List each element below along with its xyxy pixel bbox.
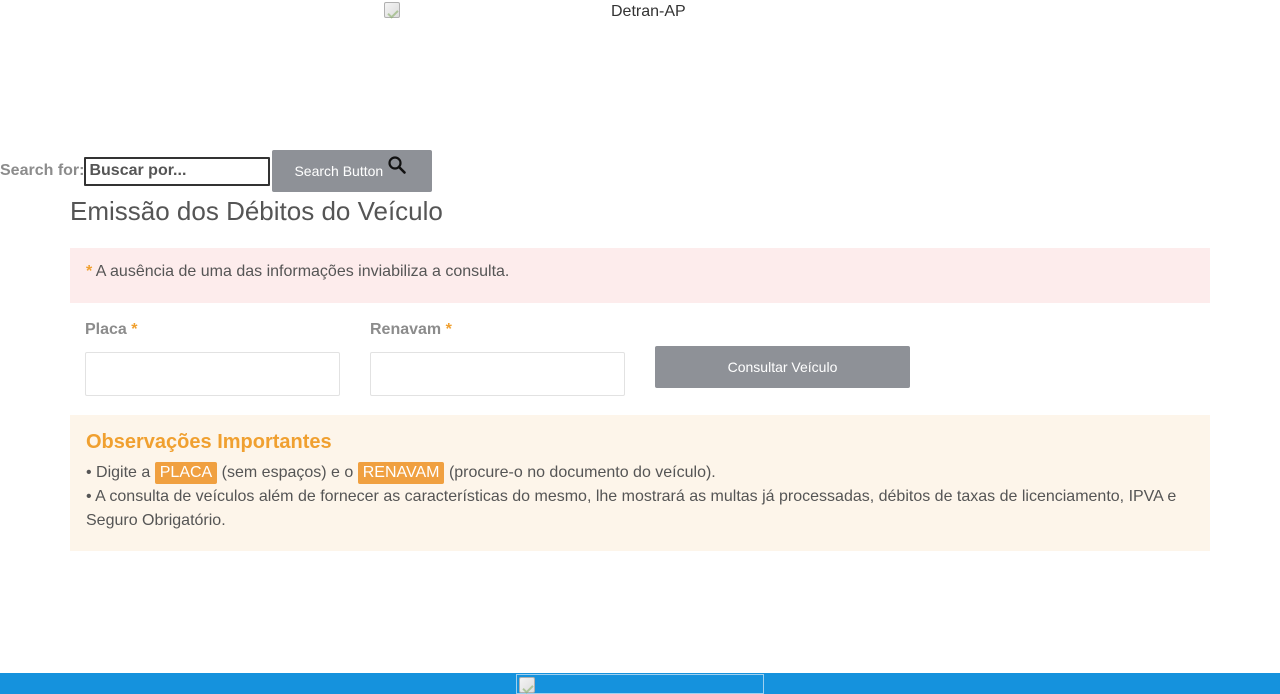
search-input[interactable] xyxy=(84,156,271,186)
alert-text: A ausência de uma das informações inviab… xyxy=(95,263,510,280)
required-marker: * xyxy=(86,263,93,280)
search-icon xyxy=(388,156,407,174)
notes-line-1: • Digite a PLACA (sem espaços) e o RENAV… xyxy=(86,461,1194,485)
renavam-field-group: Renavam * xyxy=(370,321,625,396)
site-logo[interactable]: Detran-AP xyxy=(384,2,686,21)
search-button[interactable]: Search Button xyxy=(272,150,433,192)
notes-line-1-prefix: • Digite a xyxy=(86,464,151,481)
required-marker: * xyxy=(131,321,138,338)
page-title: Emissão dos Débitos do Veículo xyxy=(70,196,443,226)
search-label: Search for: xyxy=(0,162,85,179)
required-info-alert: * A ausência de uma das informações invi… xyxy=(70,248,1210,303)
broken-image-icon xyxy=(384,2,400,18)
search-form: Search for: Search Button xyxy=(0,150,433,192)
placa-field-group: Placa * xyxy=(85,321,340,396)
renavam-label: Renavam * xyxy=(370,321,625,341)
logo-alt-text: Detran-AP xyxy=(611,3,686,20)
placa-tag: PLACA xyxy=(154,462,218,484)
important-notes: Observações Importantes • Digite a PLACA… xyxy=(70,415,1210,551)
footer-image xyxy=(516,674,764,694)
notes-title: Observações Importantes xyxy=(86,431,332,453)
notes-line-2: • A consulta de veículos além de fornece… xyxy=(86,488,1177,529)
renavam-label-text: Renavam xyxy=(370,321,442,338)
broken-image-icon xyxy=(519,677,535,693)
search-button-label: Search Button xyxy=(294,163,384,179)
renavam-input[interactable] xyxy=(370,352,625,396)
footer-bar xyxy=(0,673,1280,694)
notes-line-1-middle: (sem espaços) e o xyxy=(221,464,354,481)
notes-line-1-suffix: (procure-o no documento do veículo). xyxy=(448,464,716,481)
renavam-tag: RENAVAM xyxy=(357,462,445,484)
placa-label: Placa * xyxy=(85,321,340,341)
placa-input[interactable] xyxy=(85,352,340,396)
consultar-veiculo-button[interactable]: Consultar Veículo xyxy=(655,346,910,388)
placa-label-text: Placa xyxy=(85,321,127,338)
main-content: Emissão dos Débitos do Veículo * A ausên… xyxy=(70,196,1210,551)
required-marker: * xyxy=(445,321,452,338)
vehicle-query-form: Placa * Renavam * Consultar Veículo xyxy=(70,303,1210,415)
